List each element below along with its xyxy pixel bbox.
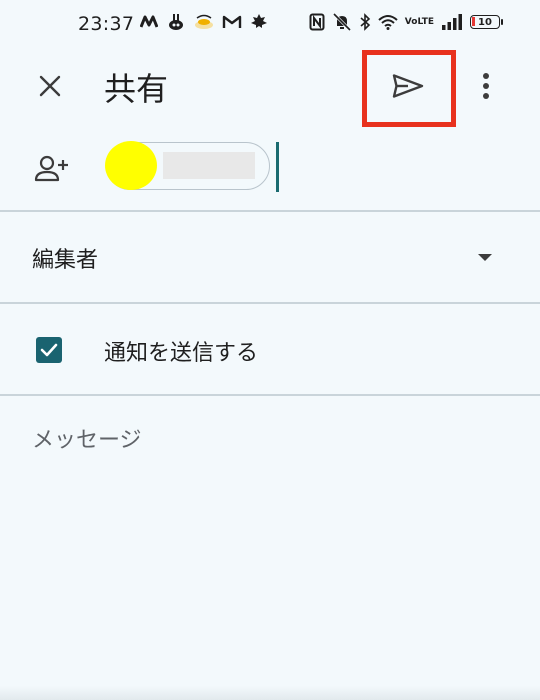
check-icon: [40, 343, 58, 357]
notification-icons: [140, 12, 268, 32]
notify-row: 通知を送信する: [0, 304, 540, 394]
text-cursor: [276, 142, 279, 192]
arrow-drop-down-icon: [478, 254, 492, 261]
signal-icon: [442, 14, 462, 30]
nfc-icon: [309, 13, 325, 31]
notify-checkbox[interactable]: [36, 337, 62, 363]
bluetooth-icon: [360, 13, 370, 31]
recipient-name-redacted: [163, 152, 255, 179]
m-app-icon: [140, 15, 158, 28]
page-title: 共有: [104, 70, 169, 108]
volte-icon: VoLTE: [404, 16, 434, 27]
message-field: [0, 396, 540, 696]
food-app-icon: [195, 14, 213, 29]
role-dropdown[interactable]: 編集者: [0, 212, 540, 302]
add-person-button[interactable]: [32, 148, 72, 188]
wifi-icon: [378, 15, 398, 30]
role-label: 編集者: [32, 248, 99, 273]
close-button[interactable]: [30, 66, 70, 106]
system-icons: VoLTE 10: [309, 13, 503, 31]
volte-label: VoLTE: [404, 16, 434, 27]
close-icon: [39, 75, 61, 97]
recipient-chip[interactable]: [105, 141, 270, 190]
status-bar: 23:37 VoLTE 10: [0, 0, 540, 50]
recipient-row: [0, 128, 540, 210]
notify-label: 通知を送信する: [104, 341, 259, 366]
battery-icon: 10: [470, 15, 503, 29]
maple-leaf-icon: [251, 14, 267, 28]
status-time: 23:37: [78, 13, 135, 35]
mute-icon: [332, 13, 351, 31]
more-options-button[interactable]: [470, 64, 502, 108]
game-app-icon: [169, 14, 183, 30]
bottom-shadow: [0, 686, 540, 700]
app-bar: 共有: [0, 50, 540, 127]
battery-percent: 10: [478, 17, 492, 28]
gmail-icon: [222, 15, 242, 28]
more-vert-icon: [483, 73, 489, 99]
send-button[interactable]: [384, 66, 432, 106]
send-icon: [392, 74, 424, 98]
battery-level: [472, 17, 475, 26]
person-add-icon: [34, 155, 68, 182]
message-input[interactable]: [32, 422, 508, 458]
avatar: [105, 141, 157, 190]
